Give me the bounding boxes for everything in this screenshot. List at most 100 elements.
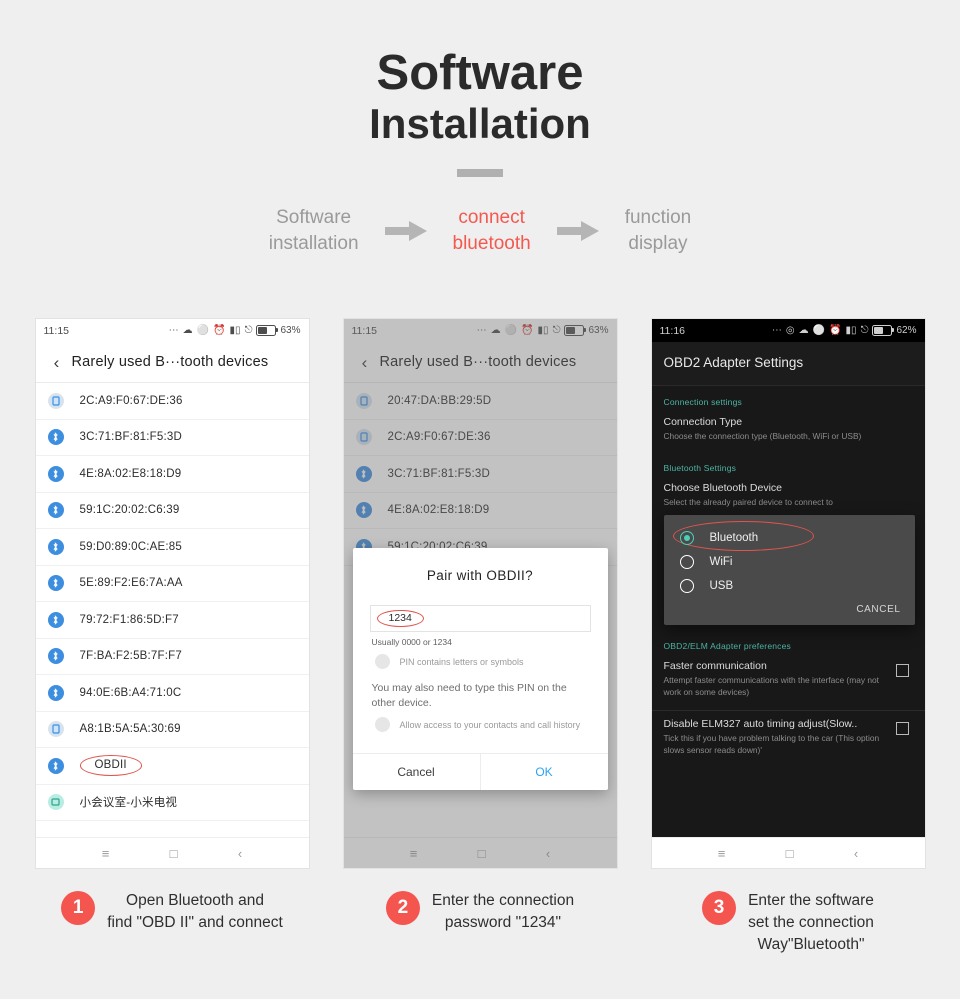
device-row[interactable]: 94:0E:6B:A4:71:0C (35, 675, 309, 712)
preference-choose-bluetooth-device[interactable]: Choose Bluetooth Device Select the alrea… (652, 477, 925, 518)
checkbox-icon[interactable] (374, 717, 390, 733)
tv-device-icon (47, 794, 64, 811)
device-row[interactable]: 3C:71:BF:81:F5:3D (35, 420, 309, 456)
preference-title: Connection Type (663, 416, 743, 428)
device-row[interactable]: 20:47:DA:BB:29:5D (343, 383, 617, 420)
preference-title: Disable ELM327 auto timing adjust(Slow.. (663, 717, 858, 730)
radio-option-bluetooth[interactable]: Bluetooth (664, 526, 915, 550)
device-row[interactable]: 7F:BA:F2:5B:7F:F7 (35, 639, 309, 675)
device-row[interactable]: 4E:8A:02:E8:18:D9 (35, 456, 309, 493)
step-badge: 3 (702, 891, 737, 925)
home-icon[interactable]: □ (786, 847, 794, 860)
device-row[interactable]: 2C:A9:F0:67:DE:36 (343, 420, 617, 456)
radio-option-usb[interactable]: USB (664, 574, 915, 598)
device-name: 3C:71:BF:81:F5:3D (79, 431, 182, 444)
device-row[interactable]: 59:1C:20:02:C6:39 (35, 493, 309, 529)
radio-icon[interactable] (679, 579, 694, 593)
menu-icon[interactable]: ≡ (718, 847, 726, 860)
device-row[interactable]: 4E:8A:02:E8:18:D9 (343, 493, 617, 529)
status-bar: 11:15 ⋯ ☁︎ ⚪ ⏰ ▮▯ ⎋ 63% (344, 319, 617, 342)
android-nav-bar[interactable]: ≡ □ ‹ (343, 837, 617, 868)
device-name: 2C:A9:F0:67:DE:36 (79, 394, 183, 407)
android-nav-bar[interactable]: ≡ □ ‹ (651, 837, 925, 868)
device-row[interactable]: 79:72:F1:86:5D:F7 (35, 602, 309, 639)
pin-letters-checkbox-row[interactable]: PIN contains letters or symbols (370, 654, 591, 669)
android-nav-bar[interactable]: ≡ □ ‹ (35, 837, 309, 868)
step-item-connect-bluetooth: connect bluetooth (452, 206, 531, 254)
mute-icon: ⚪ (812, 325, 826, 336)
section-heading-obd2-elm-preferences: OBD2/ELM Adapter preferences (663, 640, 791, 651)
battery-percent: 63% (588, 325, 609, 336)
phone-screenshot-3: 11:16 ⋯ ◎ ☁︎ ⚪ ⏰ ▮▯ ⎋ 62% OBD2 Adapter S… (650, 318, 926, 869)
signal-icon: ▮▯ (845, 325, 857, 336)
app-bar-title: Rarely used B···tooth devices (71, 354, 269, 370)
phone-screenshots-row: 11:15 ⋯ ☁︎ ⚪ ⏰ ▮▯ ⎋ 63% ‹ Rarely used B·… (0, 318, 960, 869)
battery-icon (564, 325, 587, 336)
back-icon[interactable]: ‹ (238, 847, 242, 860)
device-row[interactable]: A8:1B:5A:5A:30:69 (35, 712, 309, 748)
battery-percent: 62% (896, 325, 917, 336)
radio-option-wifi[interactable]: WiFi (664, 550, 915, 574)
step-breadcrumb: Software installation connect bluetooth … (0, 205, 960, 256)
bluetooth-icon (47, 429, 64, 446)
radio-icon[interactable] (679, 531, 694, 545)
preference-subtitle: Select the already paired device to conn… (663, 497, 833, 508)
ok-button[interactable]: OK (481, 754, 608, 790)
device-row[interactable]: 3C:71:BF:81:F5:3D (343, 456, 617, 493)
bluetooth-device-list[interactable]: 2C:A9:F0:67:DE:36 3C:71:BF:81:F5:3D 4E:8… (35, 383, 309, 837)
alarm-icon: ⏰ (829, 325, 842, 336)
page-header: Software Installation (0, 0, 960, 177)
home-icon[interactable]: □ (478, 847, 486, 860)
step-badge: 2 (385, 891, 420, 925)
preference-disable-elm327-auto-timing[interactable]: Disable ELM327 auto timing adjust(Slow..… (652, 713, 925, 766)
allow-contacts-checkbox-row[interactable]: Allow access to your contacts and call h… (370, 717, 591, 733)
radio-label: USB (709, 580, 734, 592)
bluetooth-icon (355, 465, 372, 482)
cancel-button[interactable]: CANCEL (664, 598, 915, 621)
phone-screenshot-1: 11:15 ⋯ ☁︎ ⚪ ⏰ ▮▯ ⎋ 63% ‹ Rarely used B·… (34, 318, 310, 869)
back-icon[interactable]: ‹ (854, 847, 858, 860)
page-title-line1: Software (376, 46, 584, 100)
device-row[interactable]: 小会议室-小米电视 (35, 785, 309, 821)
mute-icon: ⚪ (504, 325, 518, 336)
status-clock: 11:15 (43, 324, 70, 337)
alarm-icon: ⏰ (213, 325, 226, 336)
preference-subtitle: Choose the connection type (Bluetooth, W… (663, 431, 862, 442)
preference-title: Faster communication (663, 659, 767, 672)
phone-device-icon (47, 392, 64, 409)
wifi-icon: ⎋ (860, 325, 869, 336)
arrow-right-icon (383, 219, 429, 243)
device-name: 59:1C:20:02:C6:39 (79, 504, 180, 517)
section-heading-connection-settings: Connection settings (663, 397, 742, 407)
caption-3: 3 Enter the software set the connection … (651, 888, 926, 956)
menu-icon[interactable]: ≡ (410, 847, 418, 860)
device-row[interactable]: 59:D0:89:0C:AE:85 (35, 529, 309, 566)
preference-subtitle: Tick this if you have problem talking to… (663, 732, 880, 755)
caption-text: Open Bluetooth and find "OBD II" and con… (107, 892, 283, 931)
checkbox-icon[interactable] (895, 663, 909, 677)
checkbox-icon[interactable] (895, 721, 909, 735)
app-bar: ‹ Rarely used B···tooth devices (343, 342, 617, 383)
preference-connection-type[interactable]: Connection Type Choose the connection ty… (652, 411, 925, 452)
preference-faster-communication[interactable]: Faster communication Attempt faster comm… (652, 655, 925, 708)
device-row[interactable]: 5E:89:F2:E6:7A:AA (35, 566, 309, 602)
pin-input[interactable]: 1234 (369, 605, 591, 632)
device-name: A8:1B:5A:5A:30:69 (79, 723, 181, 736)
back-icon[interactable]: ‹ (546, 847, 550, 860)
back-icon[interactable]: ‹ (354, 354, 376, 371)
checkbox-icon[interactable] (374, 654, 390, 669)
caption-text: Enter the software set the connection Wa… (748, 892, 874, 953)
menu-icon[interactable]: ≡ (102, 847, 110, 860)
radio-label: WiFi (709, 556, 733, 568)
bluetooth-icon (47, 684, 64, 701)
radio-icon[interactable] (679, 555, 694, 569)
more-dots-icon: ⋯ (476, 325, 487, 336)
device-row[interactable]: 2C:A9:F0:67:DE:36 (35, 383, 309, 420)
status-icons: ⋯ ☁︎ ⚪ ⏰ ▮▯ ⎋ 63% (169, 325, 301, 336)
step-captions-row: 1 Open Bluetooth and find "OBD II" and c… (0, 888, 960, 956)
cancel-button[interactable]: Cancel (353, 754, 481, 791)
home-icon[interactable]: □ (170, 847, 178, 860)
status-clock: 11:16 (659, 324, 686, 337)
back-icon[interactable]: ‹ (46, 354, 68, 371)
device-row-obdii[interactable]: OBDII (35, 748, 309, 785)
